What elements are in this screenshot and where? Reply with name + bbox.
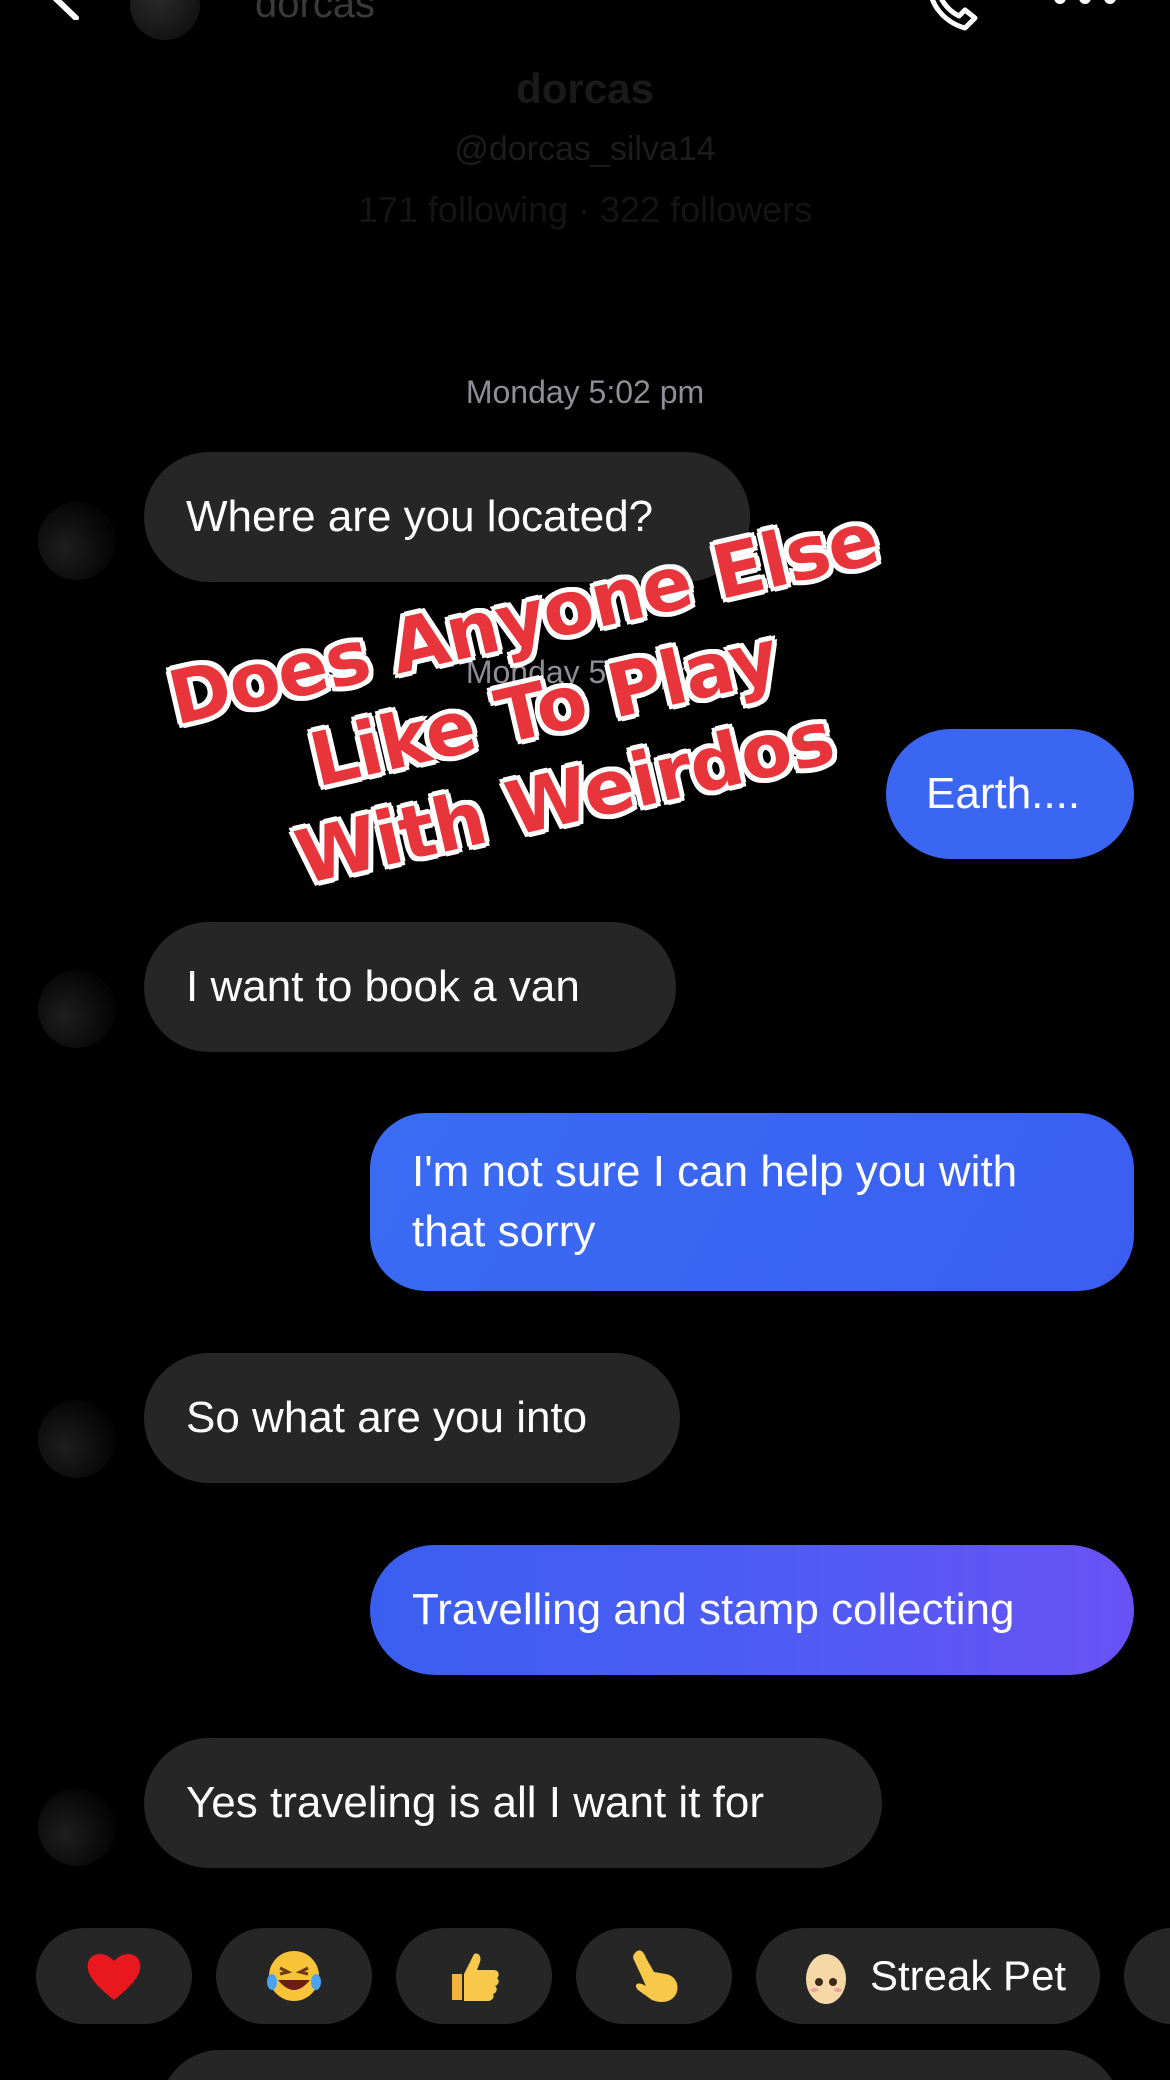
message-composer[interactable] bbox=[160, 2050, 1120, 2080]
outgoing-message[interactable]: I'm not sure I can help you with that so… bbox=[370, 1113, 1134, 1291]
header-username[interactable]: dorcas bbox=[255, 0, 375, 27]
profile-stats: 171 following · 322 followers bbox=[357, 189, 813, 230]
egg-pet-icon bbox=[806, 1954, 846, 2004]
heart-icon bbox=[87, 1954, 141, 2000]
profile-name: dorcas bbox=[516, 65, 654, 112]
streak-pet-label: Streak Pet bbox=[870, 1952, 1067, 1999]
reaction-pointing[interactable] bbox=[576, 1928, 732, 2024]
more-options-icon[interactable] bbox=[1050, 0, 1120, 12]
message-timestamp: Monday 5:02 pm bbox=[465, 374, 705, 410]
thumbs-up-icon bbox=[452, 1953, 499, 2001]
overlay-line: With Weirdos bbox=[288, 694, 842, 902]
reaction-laughing[interactable] bbox=[216, 1928, 372, 2024]
back-arrow-icon[interactable] bbox=[44, 0, 84, 20]
laughing-tears-icon bbox=[267, 1951, 321, 2001]
incoming-message[interactable]: I want to book a van bbox=[144, 922, 676, 1052]
message-timestamp: Monday 5:19 pm bbox=[465, 654, 705, 690]
chat-header: dorcas bbox=[0, 0, 1170, 40]
reaction-more[interactable] bbox=[1124, 1928, 1170, 2024]
pointing-hand-icon bbox=[633, 1950, 678, 2002]
sender-avatar[interactable] bbox=[38, 1400, 116, 1478]
profile-summary: dorcas @dorcas_silva14 171 following · 3… bbox=[0, 60, 1170, 240]
phone-call-icon[interactable] bbox=[925, 0, 985, 32]
sender-avatar[interactable] bbox=[38, 1788, 116, 1866]
incoming-message[interactable]: Yes traveling is all I want it for bbox=[144, 1738, 882, 1868]
profile-handle: @dorcas_silva14 bbox=[454, 130, 716, 168]
reaction-thumbs-up[interactable] bbox=[396, 1928, 552, 2024]
quick-reactions-bar: Streak Pet bbox=[0, 1928, 1170, 2024]
reaction-streak-pet[interactable]: Streak Pet bbox=[756, 1928, 1100, 2024]
header-avatar[interactable] bbox=[130, 0, 200, 40]
incoming-message[interactable]: So what are you into bbox=[144, 1353, 680, 1483]
incoming-message[interactable]: Where are you located? bbox=[144, 452, 750, 582]
chat-screen: dorcas dorcas @dorcas_silva14 171 follow… bbox=[0, 0, 1170, 2080]
sender-avatar[interactable] bbox=[38, 970, 116, 1048]
overlay-line: Like To Play bbox=[302, 613, 786, 805]
outgoing-message[interactable]: Earth.... bbox=[886, 729, 1134, 859]
outgoing-message[interactable]: Travelling and stamp collecting bbox=[370, 1545, 1134, 1675]
reaction-heart[interactable] bbox=[36, 1928, 192, 2024]
sender-avatar[interactable] bbox=[38, 502, 116, 580]
